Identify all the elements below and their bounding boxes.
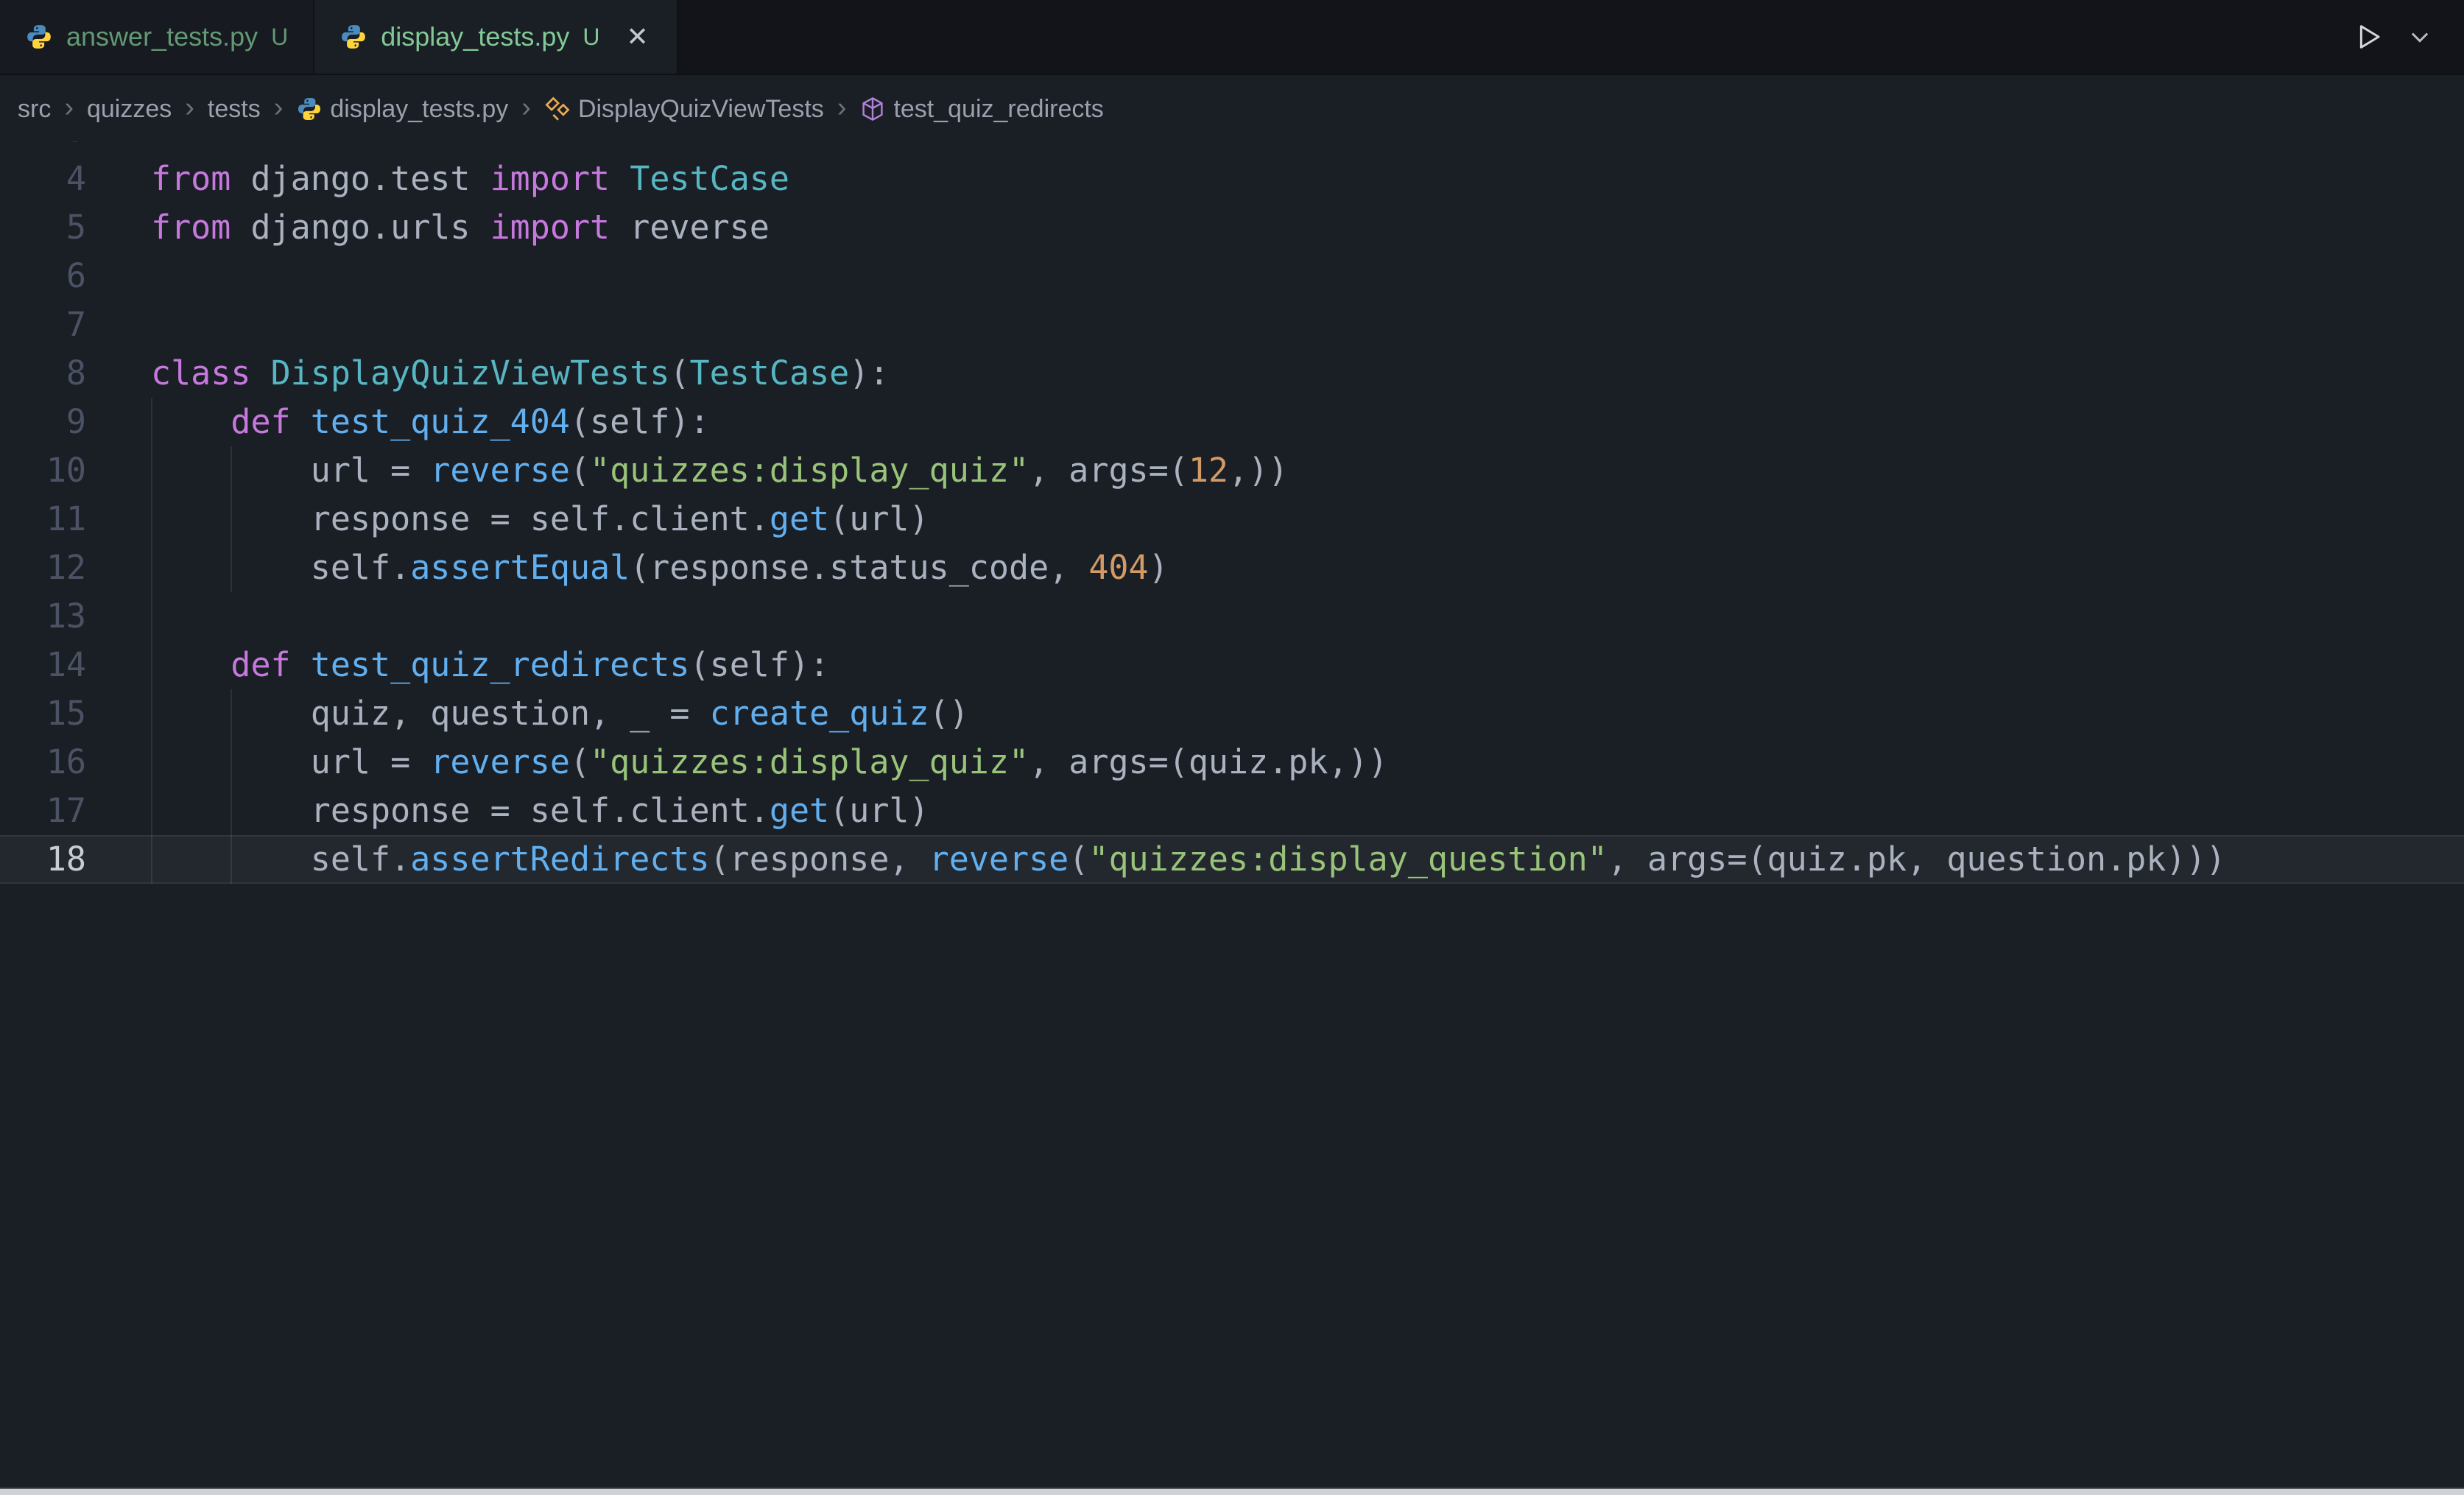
- breadcrumb-label: display_tests.py: [330, 95, 508, 124]
- code-line[interactable]: 6: [0, 252, 2464, 300]
- breadcrumb-label: test_quiz_redirects: [893, 95, 1103, 124]
- chevron-right-icon: ›: [61, 92, 77, 124]
- partial-code-line: 3: [0, 141, 2464, 155]
- editor-actions: [2349, 0, 2464, 74]
- code-text: [86, 252, 151, 300]
- code-text: def test_quiz_redirects(self):: [86, 641, 829, 689]
- chevron-right-icon: ›: [271, 92, 286, 124]
- line-number[interactable]: 14: [0, 641, 86, 689]
- code-line[interactable]: 4from django.test import TestCase: [0, 155, 2464, 203]
- line-number[interactable]: 16: [0, 738, 86, 787]
- code-text: from django.urls import reverse: [86, 203, 770, 252]
- code-text: [86, 300, 151, 349]
- python-icon: [25, 23, 53, 51]
- breadcrumb-label: src: [18, 95, 51, 124]
- code-line[interactable]: 13: [0, 592, 2464, 641]
- code-line[interactable]: 18 self.assertRedirects(response, revers…: [0, 835, 2464, 884]
- code-line[interactable]: 14 def test_quiz_redirects(self):: [0, 641, 2464, 689]
- run-icon[interactable]: [2349, 18, 2387, 56]
- breadcrumb-item-quizzes[interactable]: quizzes: [87, 95, 172, 124]
- breadcrumb-item-class[interactable]: DisplayQuizViewTests: [544, 95, 824, 124]
- line-number[interactable]: 17: [0, 787, 86, 835]
- tab-label: answer_tests.py: [66, 21, 258, 52]
- breadcrumb-item-src[interactable]: src: [18, 95, 51, 124]
- line-number[interactable]: 13: [0, 592, 86, 641]
- breadcrumb-label: DisplayQuizViewTests: [578, 95, 824, 124]
- code-line[interactable]: 3: [0, 141, 2464, 155]
- code-line[interactable]: 5from django.urls import reverse: [0, 203, 2464, 252]
- python-icon: [296, 96, 323, 122]
- code-text: url = reverse("quizzes:display_quiz", ar…: [86, 446, 1288, 495]
- code-text: response = self.client.get(url): [86, 495, 929, 544]
- line-number[interactable]: 11: [0, 495, 86, 544]
- code-text: [86, 592, 151, 641]
- symbol-class-icon: [544, 96, 571, 122]
- breadcrumb-label: tests: [208, 95, 261, 124]
- chevron-down-icon[interactable]: [2401, 18, 2439, 56]
- line-number[interactable]: 3: [0, 141, 86, 155]
- code-line[interactable]: 17 response = self.client.get(url): [0, 787, 2464, 835]
- code-text: quiz, question, _ = create_quiz(): [86, 689, 969, 738]
- line-number[interactable]: 12: [0, 544, 86, 592]
- line-number[interactable]: 5: [0, 203, 86, 252]
- indent-guide: [230, 446, 232, 592]
- code-line[interactable]: 16 url = reverse("quizzes:display_quiz",…: [0, 738, 2464, 787]
- line-number[interactable]: 6: [0, 252, 86, 300]
- line-number[interactable]: 8: [0, 349, 86, 398]
- close-icon[interactable]: ✕: [623, 21, 651, 53]
- code-line[interactable]: 9 def test_quiz_404(self):: [0, 398, 2464, 446]
- line-number[interactable]: 10: [0, 446, 86, 495]
- code-line[interactable]: 12 self.assertEqual(response.status_code…: [0, 544, 2464, 592]
- breadcrumb-item-tests[interactable]: tests: [208, 95, 261, 124]
- tab-bar: answer_tests.py U display_tests.py U ✕: [0, 0, 2464, 75]
- code-text: self.assertEqual(response.status_code, 4…: [86, 544, 1169, 592]
- code-text: from django.test import TestCase: [86, 155, 789, 203]
- code-text: class DisplayQuizViewTests(TestCase):: [86, 349, 889, 398]
- code-text: url = reverse("quizzes:display_quiz", ar…: [86, 738, 1388, 787]
- git-status-badge: U: [271, 24, 288, 51]
- code-line[interactable]: 15 quiz, question, _ = create_quiz(): [0, 689, 2464, 738]
- code-text: [86, 141, 151, 155]
- chevron-right-icon: ›: [182, 92, 197, 124]
- chevron-right-icon: ›: [834, 92, 850, 124]
- code-text: self.assertRedirects(response, reverse("…: [86, 835, 2226, 884]
- indent-guide: [151, 398, 152, 884]
- code-text: def test_quiz_404(self):: [86, 398, 710, 446]
- breadcrumb-item-file[interactable]: display_tests.py: [296, 95, 508, 124]
- vscode-window: answer_tests.py U display_tests.py U ✕ s…: [0, 0, 2464, 1495]
- chevron-right-icon: ›: [518, 92, 534, 124]
- line-number[interactable]: 7: [0, 300, 86, 349]
- code-line[interactable]: 11 response = self.client.get(url): [0, 495, 2464, 544]
- breadcrumb: src › quizzes › tests › display_tests.py…: [0, 77, 2464, 141]
- python-icon: [339, 23, 367, 51]
- indent-guide: [230, 689, 232, 884]
- line-number[interactable]: 18: [0, 835, 86, 884]
- line-number[interactable]: 9: [0, 398, 86, 446]
- tab-answer-tests[interactable]: answer_tests.py U: [0, 0, 314, 74]
- line-number[interactable]: 15: [0, 689, 86, 738]
- git-status-badge: U: [582, 24, 599, 51]
- code-text: response = self.client.get(url): [86, 787, 929, 835]
- line-number[interactable]: 4: [0, 155, 86, 203]
- tab-label: display_tests.py: [381, 21, 569, 52]
- tab-display-tests[interactable]: display_tests.py U ✕: [314, 0, 677, 74]
- window-bottom-edge: [0, 1488, 2464, 1495]
- code-line[interactable]: 8class DisplayQuizViewTests(TestCase):: [0, 349, 2464, 398]
- breadcrumb-item-method[interactable]: test_quiz_redirects: [859, 95, 1103, 124]
- editor[interactable]: 34from django.test import TestCase5from …: [0, 141, 2464, 1489]
- breadcrumb-label: quizzes: [87, 95, 172, 124]
- symbol-method-icon: [859, 96, 886, 122]
- code-line[interactable]: 7: [0, 300, 2464, 349]
- code-line[interactable]: 10 url = reverse("quizzes:display_quiz",…: [0, 446, 2464, 495]
